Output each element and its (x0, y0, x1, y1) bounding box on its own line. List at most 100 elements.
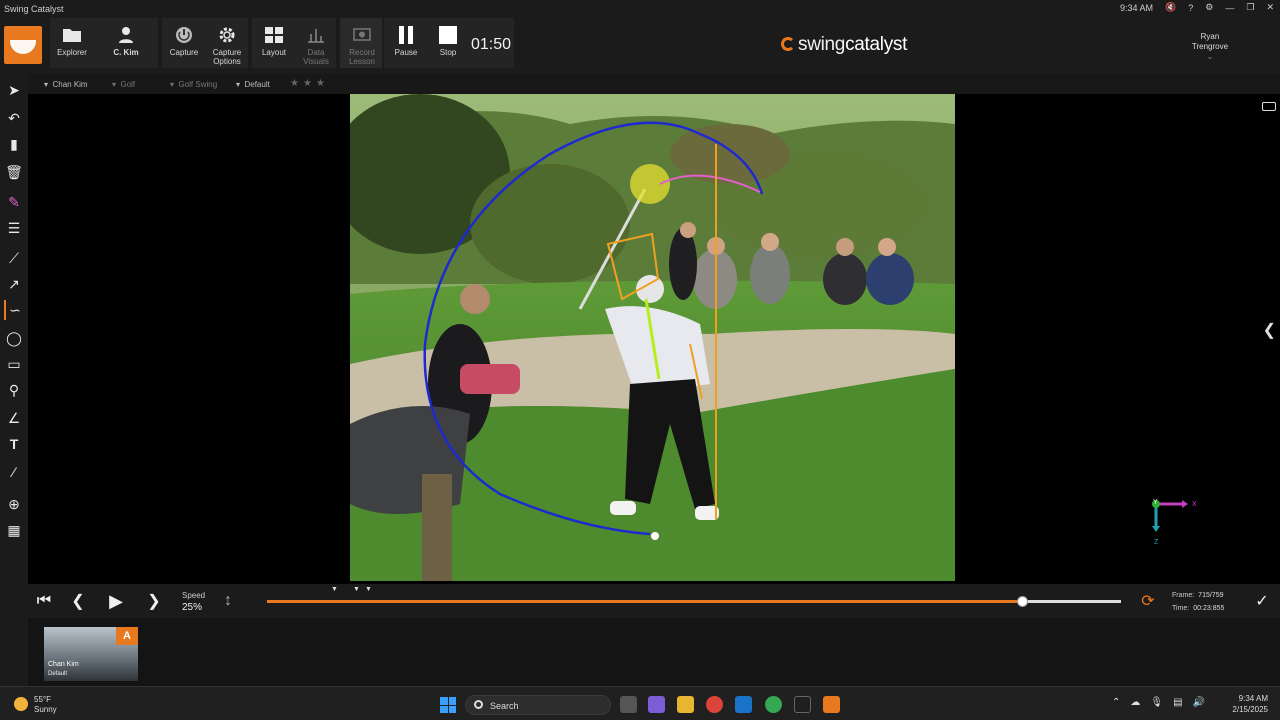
pause-icon (399, 26, 413, 44)
orientation-axes-icon: Y X Z (1152, 499, 1197, 546)
terminal-icon[interactable] (794, 696, 811, 713)
rating-star-icon[interactable]: ★ (303, 78, 312, 89)
stop-label: Stop (439, 48, 457, 57)
app-logo-icon[interactable] (4, 26, 42, 64)
explorer-label: Explorer (57, 48, 87, 57)
sun-icon (14, 697, 28, 711)
settings-icon[interactable]: ⚙ (1205, 2, 1213, 13)
select-tool-icon[interactable]: ➤ (4, 80, 24, 100)
angle-tool-icon[interactable]: ∠ (4, 408, 24, 428)
restore-button[interactable]: ❐ (1246, 2, 1254, 13)
time-value: 00:23:855 (1193, 605, 1225, 612)
swing-video-frame[interactable] (350, 94, 955, 581)
window-title: Swing Catalyst (4, 4, 64, 14)
trim-icon[interactable]: ↕ (218, 591, 238, 611)
folder-icon (63, 29, 81, 42)
minimize-button[interactable]: — (1225, 3, 1234, 13)
zoom-icon[interactable]: ⊕ (4, 494, 24, 514)
chrome-icon[interactable] (706, 696, 723, 713)
weather-widget[interactable]: 55°F Sunny (14, 695, 57, 715)
close-button[interactable]: ✕ (1266, 2, 1274, 13)
speed-control[interactable]: Speed 25% (182, 590, 205, 614)
data-visuals-button[interactable]: Data Visuals (294, 18, 338, 68)
step-forward-icon[interactable]: ❯ (144, 591, 164, 611)
step-back-icon[interactable]: ❮ (68, 591, 88, 611)
undo-icon[interactable]: ↶ (4, 108, 24, 128)
body-tool-icon[interactable]: ⚲ (4, 380, 24, 400)
ruler-tool-icon[interactable]: ∕ (4, 462, 24, 482)
system-tray: ⌃ ☁ 🎙 ▤ 🔊 (1112, 697, 1205, 708)
timeline-marker[interactable]: ▼ (331, 586, 338, 593)
timeline-marker[interactable]: ▼ (353, 586, 360, 593)
breadcrumb-sport[interactable]: ▾ Golf (112, 80, 135, 89)
layout-button[interactable]: Layout (252, 18, 296, 68)
timeline-marker[interactable]: ▼ (365, 586, 372, 593)
waveform-icon[interactable]: ✓ (1252, 591, 1272, 611)
timeline-track[interactable] (267, 600, 1022, 603)
skip-start-icon[interactable]: ⏮ (34, 591, 54, 611)
clip-view: Default (48, 671, 68, 677)
title-bar-controls: 9:34 AM 🔇 ? ⚙ — ❐ ✕ (1120, 2, 1274, 13)
time-label: Time: (1172, 605, 1190, 612)
clip-thumbnail[interactable]: A Chan Kim Default (44, 627, 138, 681)
timeline-remaining[interactable] (1022, 600, 1121, 603)
swing-catalyst-taskbar-icon[interactable] (823, 696, 840, 713)
snapshot-camera-icon[interactable] (1262, 102, 1276, 111)
breadcrumb-player-label: Chan Kim (52, 80, 88, 89)
breadcrumb-category[interactable]: ▾ Golf Swing (170, 80, 217, 89)
freehand-tool-icon[interactable]: ∽ (4, 300, 24, 320)
rectangle-tool-icon[interactable]: ▭ (4, 354, 24, 374)
task-view-icon[interactable] (620, 696, 637, 713)
color-picker-icon[interactable]: ✎ (4, 192, 24, 212)
outlook-icon[interactable] (735, 696, 752, 713)
windows-start-icon[interactable] (440, 697, 456, 713)
breadcrumb-player[interactable]: ▾ Chan Kim (44, 80, 88, 89)
axis-x-label: X (1192, 501, 1197, 508)
pause-button[interactable]: Pause (384, 18, 428, 68)
loop-icon[interactable]: ⟳ (1138, 591, 1158, 611)
rating-star-icon[interactable]: ★ (290, 78, 299, 89)
timeline-scrubber[interactable] (1017, 596, 1028, 607)
weather-temp: 55°F (34, 695, 51, 704)
taskbar-clock[interactable]: 9:34 AM 2/15/2025 (1232, 693, 1268, 715)
layout-label: Layout (261, 48, 287, 57)
breadcrumb-view[interactable]: ▾ Default (236, 80, 270, 89)
clip-strip: A Chan Kim Default (28, 618, 1280, 686)
rating-star-icon[interactable]: ★ (316, 78, 325, 89)
network-cloud-icon[interactable]: ☁ (1130, 697, 1140, 708)
stop-button[interactable]: Stop (426, 18, 470, 68)
grid-overlay-icon[interactable]: ▦ (4, 520, 24, 540)
circle-tool-icon[interactable]: ◯ (4, 328, 24, 348)
chevron-up-icon[interactable]: ⌃ (1112, 697, 1120, 708)
main-toolbar: Explorer C. Kim Capture Capture Options … (0, 18, 1280, 74)
capture-button[interactable]: Capture (162, 18, 206, 68)
video-viewer: ❮ Y X Z (28, 94, 1280, 584)
user-menu[interactable]: Ryan Trengrove ⌄ (1180, 32, 1240, 62)
chevron-left-icon[interactable]: ❮ (1263, 320, 1276, 340)
explorer-button[interactable]: Explorer (50, 18, 94, 68)
taskbar-search[interactable]: Search (465, 695, 611, 715)
volume-icon[interactable]: 🔊 (1193, 697, 1205, 708)
user-last-name: Trengrove (1191, 42, 1229, 51)
copilot-icon[interactable] (648, 696, 665, 713)
file-explorer-icon[interactable] (677, 696, 694, 713)
display-icon[interactable]: ▤ (1173, 697, 1182, 708)
play-icon[interactable]: ▶ (106, 591, 126, 611)
drawing-tools-sidebar: ➤ ↶ ▮ 🗑 ✎ ☰ ⟋ ↗ ∽ ◯ ▭ ⚲ ∠ T ∕ ⊕ ▦ (0, 74, 28, 686)
arrow-tool-icon[interactable]: ↗ (4, 274, 24, 294)
help-button[interactable]: ? (1188, 3, 1193, 13)
mute-icon[interactable]: 🔇 (1165, 2, 1176, 13)
text-tool-icon[interactable]: T (4, 434, 24, 454)
line-tool-icon[interactable]: ⟋ (4, 248, 24, 268)
line-weight-icon[interactable]: ☰ (4, 218, 24, 238)
eraser-icon[interactable]: ▮ (4, 134, 24, 154)
capture-options-button[interactable]: Capture Options (205, 18, 249, 68)
microphone-icon[interactable]: 🎙 (1150, 697, 1163, 708)
title-bar: Swing Catalyst 9:34 AM 🔇 ? ⚙ — ❐ ✕ (0, 0, 1280, 18)
profile-button[interactable]: C. Kim (104, 18, 148, 68)
chrome-profile-icon[interactable] (765, 696, 782, 713)
windows-taskbar: 55°F Sunny Search ⌃ ☁ 🎙 ▤ 🔊 9:34 AM 2/15… (0, 686, 1280, 720)
data-visuals-label: Data Visuals (303, 48, 329, 66)
record-lesson-button[interactable]: Record Lesson (340, 18, 384, 68)
trash-icon[interactable]: 🗑 (4, 162, 24, 182)
